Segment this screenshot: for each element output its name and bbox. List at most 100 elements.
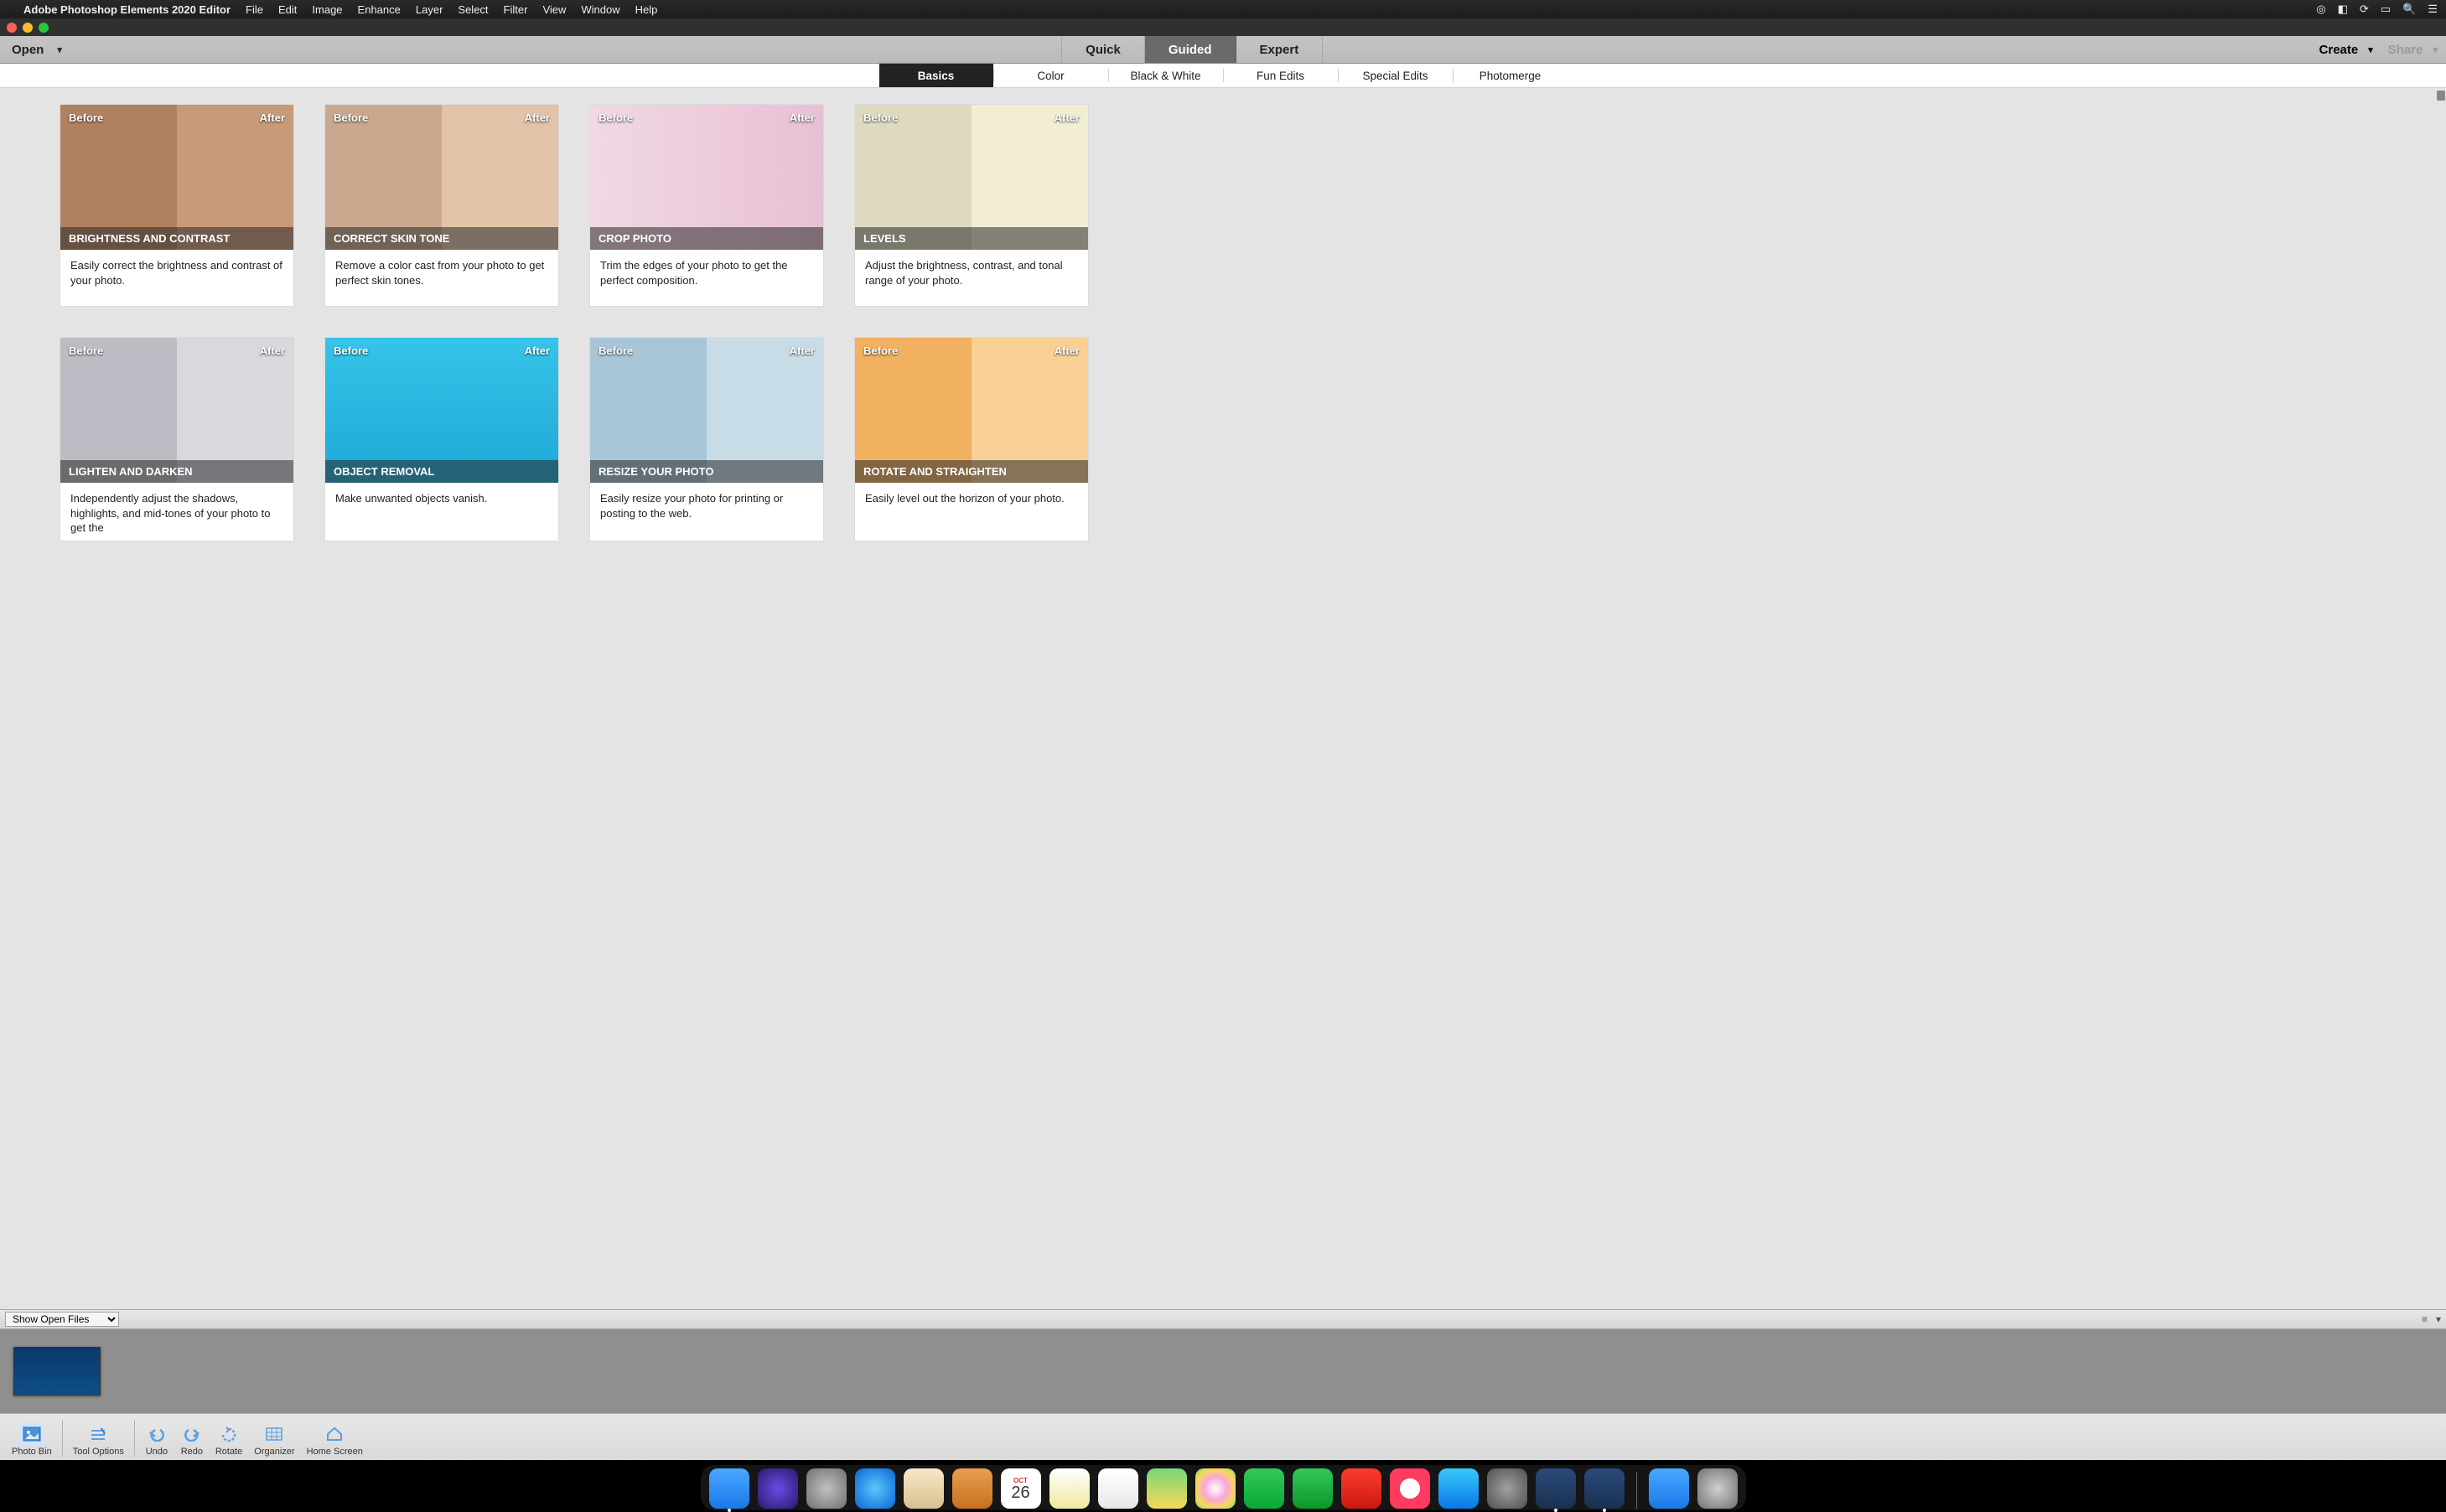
tool-redo[interactable]: Redo [175, 1423, 209, 1457]
home-icon [323, 1423, 346, 1445]
photo-bin-dropdown[interactable]: Show Open Files [5, 1312, 119, 1327]
card-title: CROP PHOTO [590, 227, 823, 250]
menu-window[interactable]: Window [581, 3, 619, 16]
tool-photo-bin[interactable]: Photo Bin [7, 1423, 57, 1457]
dock-maps[interactable] [1147, 1468, 1187, 1509]
app-name[interactable]: Adobe Photoshop Elements 2020 Editor [23, 3, 231, 16]
window-close-button[interactable] [7, 23, 17, 33]
dock-safari[interactable] [855, 1468, 895, 1509]
share-dropdown[interactable]: Share [2388, 43, 2438, 57]
dock-contacts[interactable] [952, 1468, 992, 1509]
after-label: After [1055, 111, 1080, 124]
before-label: Before [863, 344, 898, 357]
open-label: Open [12, 43, 44, 57]
menu-edit[interactable]: Edit [278, 3, 297, 16]
guided-card-object-removal[interactable]: Before After OBJECT REMOVAL Make unwante… [325, 338, 558, 541]
dock-facetime[interactable] [1293, 1468, 1333, 1509]
dock-music[interactable] [1390, 1468, 1430, 1509]
tool-label: Rotate [215, 1447, 242, 1457]
card-description: Easily level out the horizon of your pho… [855, 483, 1088, 511]
category-fun-edits[interactable]: Fun Edits [1224, 64, 1338, 87]
main-scroll-area[interactable]: Before After BRIGHTNESS AND CONTRAST Eas… [0, 88, 2446, 1309]
tool-home-screen[interactable]: Home Screen [302, 1423, 368, 1457]
guided-card-crop-photo[interactable]: Before After CROP PHOTO Trim the edges o… [590, 105, 823, 306]
control-center-icon[interactable]: ☰ [2428, 3, 2438, 16]
spotlight-icon[interactable]: 🔍 [2402, 3, 2416, 16]
guided-card-rotate-straighten[interactable]: Before After ROTATE AND STRAIGHTEN Easil… [855, 338, 1088, 541]
tool-undo[interactable]: Undo [140, 1423, 174, 1457]
menu-help[interactable]: Help [635, 3, 658, 16]
tool-rotate[interactable]: Rotate [210, 1423, 247, 1457]
guided-card-lighten-darken[interactable]: Before After LIGHTEN AND DARKEN Independ… [60, 338, 293, 541]
dock-photos[interactable] [1195, 1468, 1236, 1509]
dock-reminders[interactable] [1098, 1468, 1138, 1509]
dock-finder[interactable] [709, 1468, 749, 1509]
menu-enhance[interactable]: Enhance [358, 3, 401, 16]
window-titlebar [0, 18, 2446, 36]
menu-view[interactable]: View [542, 3, 566, 16]
category-photomerge[interactable]: Photomerge [1454, 64, 1568, 87]
menu-image[interactable]: Image [312, 3, 342, 16]
card-description: Adjust the brightness, contrast, and ton… [855, 250, 1088, 306]
category-black-white[interactable]: Black & White [1109, 64, 1223, 87]
tool-tool-options[interactable]: Tool Options [68, 1423, 129, 1457]
scrollbar-thumb[interactable] [2437, 91, 2445, 101]
bluetooth-icon[interactable]: ⟳ [2360, 3, 2369, 16]
dock-news[interactable] [1341, 1468, 1381, 1509]
guided-card-correct-skin-tone[interactable]: Before After CORRECT SKIN TONE Remove a … [325, 105, 558, 306]
creative-cloud-icon[interactable]: ◎ [2316, 3, 2325, 16]
card-thumbnail: Before After CORRECT SKIN TONE [325, 105, 558, 250]
app-window: Open Quick Guided Expert Create Share Ba… [0, 18, 2446, 1460]
menu-select[interactable]: Select [458, 3, 488, 16]
category-special-edits[interactable]: Special Edits [1339, 64, 1453, 87]
dock-settings[interactable] [1487, 1468, 1527, 1509]
dock-trash[interactable] [1697, 1468, 1738, 1509]
dock-pse-organizer[interactable] [1536, 1468, 1576, 1509]
guided-card-levels[interactable]: Before After LEVELS Adjust the brightnes… [855, 105, 1088, 306]
open-file-thumbnail[interactable] [13, 1347, 101, 1395]
menu-file[interactable]: File [246, 3, 263, 16]
mode-tab-expert[interactable]: Expert [1236, 36, 1324, 63]
tool-organizer[interactable]: Organizer [249, 1423, 299, 1457]
mode-bar: Open Quick Guided Expert Create Share [0, 36, 2446, 64]
menu-layer[interactable]: Layer [416, 3, 443, 16]
photo-bin-bar: Show Open Files ≡ ▾ [0, 1309, 2446, 1329]
card-thumbnail: Before After CROP PHOTO [590, 105, 823, 250]
category-color[interactable]: Color [994, 64, 1108, 87]
dock-mail[interactable] [904, 1468, 944, 1509]
organizer-icon [262, 1423, 286, 1445]
mode-tab-quick[interactable]: Quick [1061, 36, 1145, 63]
after-label: After [260, 111, 285, 124]
dock-notes[interactable] [1049, 1468, 1090, 1509]
display-icon[interactable]: ▭ [2381, 3, 2391, 16]
bin-menu-icon[interactable]: ▾ [2436, 1313, 2441, 1325]
card-thumbnail: Before After BRIGHTNESS AND CONTRAST [60, 105, 293, 250]
dock-calendar[interactable]: OCT 26 [1001, 1468, 1041, 1509]
window-minimize-button[interactable] [23, 23, 33, 33]
guided-card-brightness-contrast[interactable]: Before After BRIGHTNESS AND CONTRAST Eas… [60, 105, 293, 306]
card-title: BRIGHTNESS AND CONTRAST [60, 227, 293, 250]
category-basics[interactable]: Basics [879, 64, 993, 87]
photo-bin-icon [20, 1423, 44, 1445]
tool-label: Redo [181, 1447, 203, 1457]
card-description: Easily resize your photo for printing or… [590, 483, 823, 526]
card-title: CORRECT SKIN TONE [325, 227, 558, 250]
dock-messages[interactable] [1244, 1468, 1284, 1509]
menu-filter[interactable]: Filter [504, 3, 528, 16]
before-label: Before [599, 111, 633, 124]
before-label: Before [334, 111, 368, 124]
card-title: RESIZE YOUR PHOTO [590, 460, 823, 483]
window-maximize-button[interactable] [39, 23, 49, 33]
mode-tab-guided[interactable]: Guided [1145, 36, 1236, 63]
card-thumbnail: Before After ROTATE AND STRAIGHTEN [855, 338, 1088, 483]
dock-launchpad[interactable] [806, 1468, 847, 1509]
dock-siri[interactable] [758, 1468, 798, 1509]
dock-appstore[interactable] [1438, 1468, 1479, 1509]
guided-card-resize-photo[interactable]: Before After RESIZE YOUR PHOTO Easily re… [590, 338, 823, 541]
dock-downloads[interactable] [1649, 1468, 1689, 1509]
notification-icon[interactable]: ◧ [2338, 3, 2348, 16]
bin-list-icon[interactable]: ≡ [2422, 1313, 2428, 1325]
dock-pse-editor[interactable] [1584, 1468, 1625, 1509]
open-button[interactable]: Open [0, 36, 74, 63]
create-dropdown[interactable]: Create [2319, 43, 2373, 57]
